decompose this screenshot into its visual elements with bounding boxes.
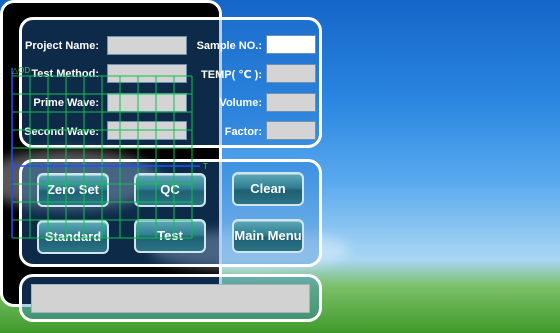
plot-panel: △OD T bbox=[0, 0, 222, 307]
volume-label: Volume: bbox=[219, 97, 262, 109]
factor-label: Factor: bbox=[224, 126, 262, 138]
clean-button[interactable]: Clean bbox=[232, 172, 304, 206]
plot-area: △OD T bbox=[11, 66, 208, 239]
factor-field[interactable] bbox=[266, 121, 316, 140]
sample-no-field[interactable] bbox=[266, 35, 316, 54]
volume-field[interactable] bbox=[266, 93, 316, 112]
x-axis-label: T bbox=[203, 162, 208, 171]
temp-field[interactable] bbox=[266, 64, 316, 83]
main-menu-button[interactable]: Main Menu bbox=[232, 219, 304, 253]
y-axis-label: △OD bbox=[12, 66, 30, 75]
